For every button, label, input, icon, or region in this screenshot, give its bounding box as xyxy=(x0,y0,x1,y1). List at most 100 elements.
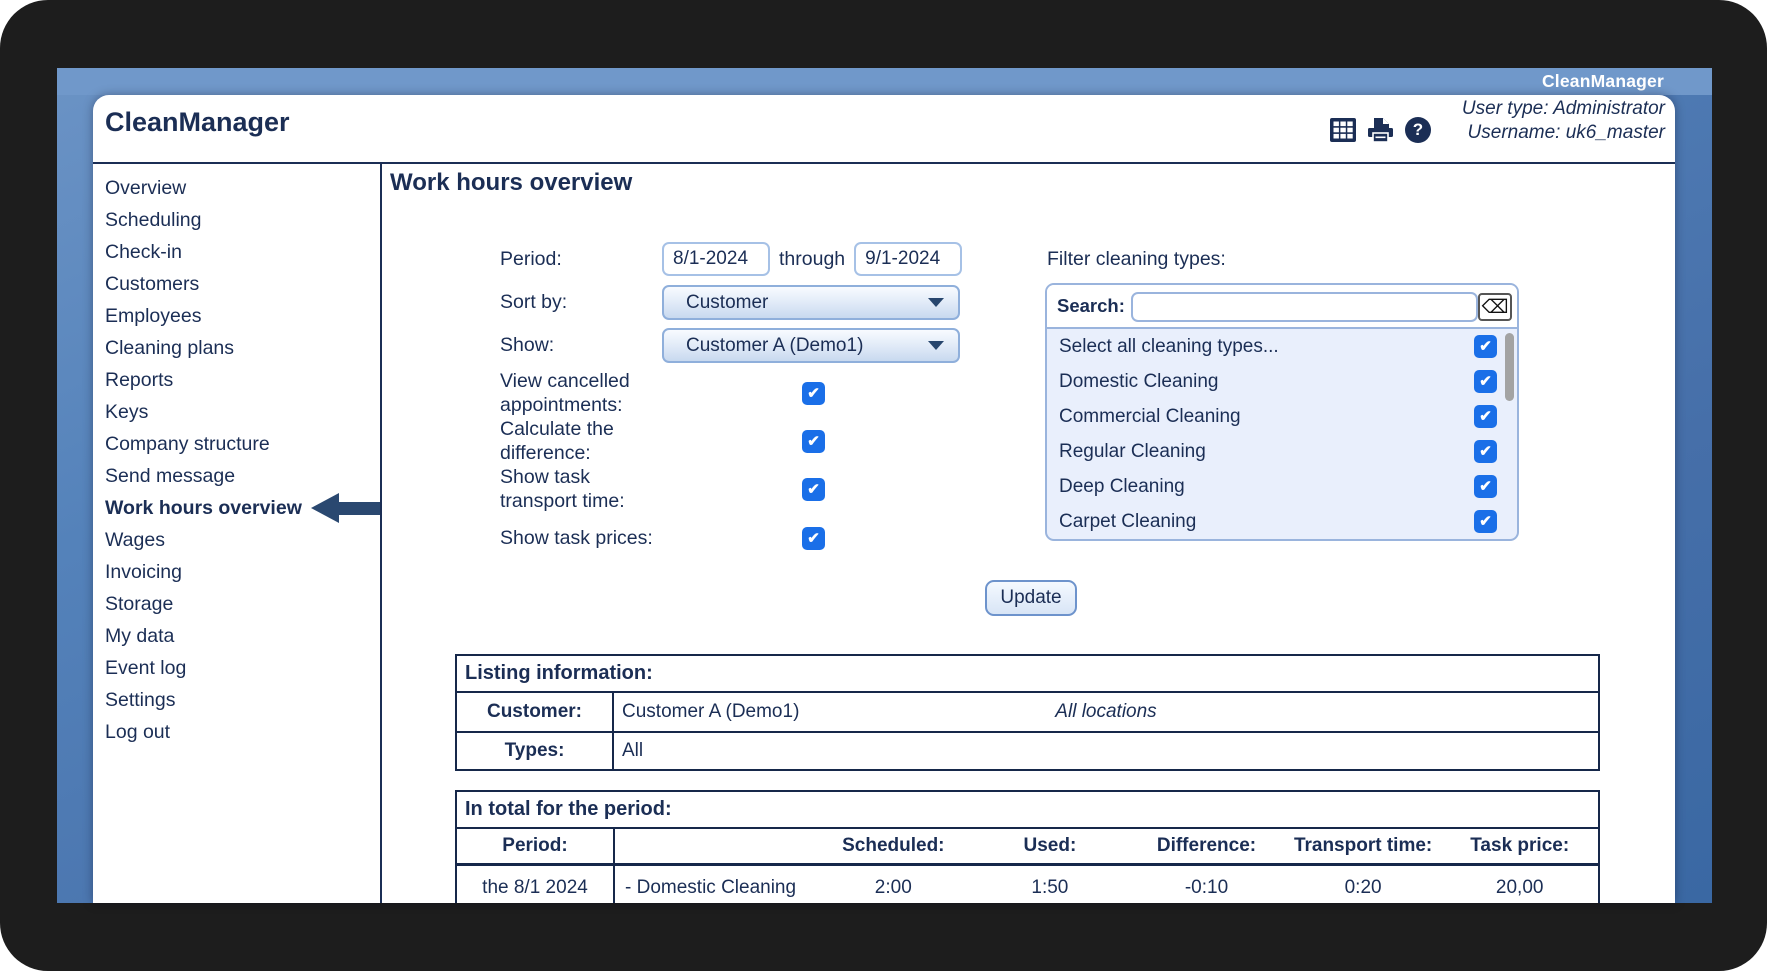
view-cancelled-label: View cancelled appointments: xyxy=(500,369,662,417)
app-window: CleanManager xyxy=(93,95,1675,903)
filter-search-row: Search: ⌫ xyxy=(1047,285,1517,329)
col-transport-time: Transport time: xyxy=(1285,835,1442,857)
user-type-label: User type: Administrator xyxy=(1462,97,1665,121)
header-toolbar: ? xyxy=(1330,117,1431,143)
filter-title: Filter cleaning types: xyxy=(1047,242,1226,276)
sidebar-item-log-out[interactable]: Log out xyxy=(93,716,380,748)
filter-option-commercial[interactable]: Commercial Cleaning ✔ xyxy=(1047,399,1517,434)
sidebar-item-customers[interactable]: Customers xyxy=(93,268,380,300)
table-view-icon[interactable] xyxy=(1330,118,1356,142)
cell-scheduled: 2:00 xyxy=(815,877,972,899)
view-cancelled-checkbox[interactable]: ✔ xyxy=(802,382,825,405)
filter-option-domestic[interactable]: Domestic Cleaning ✔ xyxy=(1047,364,1517,399)
chevron-down-icon xyxy=(928,341,944,350)
customer-row-label: Customer: xyxy=(457,693,614,731)
clear-search-button[interactable]: ⌫ xyxy=(1478,293,1512,321)
sidebar-nav: Overview Scheduling Check-in Customers E… xyxy=(93,164,380,903)
sidebar-item-label: Work hours overview xyxy=(105,497,302,519)
period-from-input[interactable] xyxy=(662,242,770,276)
select-all-checkbox[interactable]: ✔ xyxy=(1474,335,1497,358)
types-row-value: All xyxy=(622,740,643,761)
sidebar-item-company-structure[interactable]: Company structure xyxy=(93,428,380,460)
col-difference: Difference: xyxy=(1128,835,1285,857)
filter-option-select-all[interactable]: Select all cleaning types... ✔ xyxy=(1047,329,1517,364)
filter-list: Select all cleaning types... ✔ Domestic … xyxy=(1047,329,1517,539)
sidebar-item-storage[interactable]: Storage xyxy=(93,588,380,620)
totals-table: In total for the period: Period: Schedul… xyxy=(455,790,1600,903)
sidebar-item-work-hours-overview[interactable]: Work hours overview xyxy=(93,492,380,524)
task-prices-checkbox[interactable]: ✔ xyxy=(802,527,825,550)
chevron-down-icon xyxy=(928,298,944,307)
sort-by-label: Sort by: xyxy=(500,291,662,314)
carpet-cleaning-checkbox[interactable]: ✔ xyxy=(1474,510,1497,533)
backspace-icon: ⌫ xyxy=(1482,298,1509,317)
calculate-difference-label: Calculate the difference: xyxy=(500,417,662,465)
through-label: through xyxy=(770,248,854,271)
listing-information-table: Listing information: Customer: Customer … xyxy=(455,654,1600,771)
sidebar-item-send-message[interactable]: Send message xyxy=(93,460,380,492)
sidebar-item-settings[interactable]: Settings xyxy=(93,684,380,716)
sidebar-item-keys[interactable]: Keys xyxy=(93,396,380,428)
print-icon[interactable] xyxy=(1367,118,1394,143)
filter-option-regular[interactable]: Regular Cleaning ✔ xyxy=(1047,434,1517,469)
transport-time-checkbox[interactable]: ✔ xyxy=(802,478,825,501)
sidebar-item-event-log[interactable]: Event log xyxy=(93,652,380,684)
sidebar-item-invoicing[interactable]: Invoicing xyxy=(93,556,380,588)
sidebar-item-my-data[interactable]: My data xyxy=(93,620,380,652)
domestic-cleaning-checkbox[interactable]: ✔ xyxy=(1474,370,1497,393)
cell-period: the 8/1 2024 xyxy=(457,866,615,903)
active-item-arrow-icon xyxy=(311,493,380,523)
show-label: Show: xyxy=(500,334,662,357)
cell-task-price: 20,00 xyxy=(1441,877,1598,899)
browser-titlebar: CleanManager xyxy=(57,68,1712,95)
calculate-difference-checkbox[interactable]: ✔ xyxy=(802,430,825,453)
filter-panel: Search: ⌫ Select all cleaning types... ✔… xyxy=(1045,283,1519,541)
col-period: Period: xyxy=(457,829,615,863)
cell-used: 1:50 xyxy=(972,877,1129,899)
help-icon[interactable]: ? xyxy=(1405,117,1431,143)
show-row: Show: Customer A (Demo1) xyxy=(500,328,960,363)
listing-title: Listing information: xyxy=(457,656,1598,693)
view-cancelled-row: View cancelled appointments: ✔ xyxy=(500,369,825,417)
filter-option-deep[interactable]: Deep Cleaning ✔ xyxy=(1047,469,1517,504)
sidebar-item-employees[interactable]: Employees xyxy=(93,300,380,332)
sort-by-row: Sort by: Customer xyxy=(500,285,960,320)
col-used: Used: xyxy=(972,835,1129,857)
filter-option-carpet[interactable]: Carpet Cleaning ✔ xyxy=(1047,504,1517,539)
task-prices-label: Show task prices: xyxy=(500,526,662,550)
sort-by-value: Customer xyxy=(686,292,768,314)
search-label: Search: xyxy=(1057,295,1125,317)
table-row: Types: All xyxy=(457,731,1598,769)
period-row: Period: through xyxy=(500,242,962,276)
sort-by-select[interactable]: Customer xyxy=(662,285,960,320)
titlebar-brand: CleanManager xyxy=(1542,71,1664,91)
user-info: User type: Administrator Username: uk6_m… xyxy=(1462,97,1665,145)
cell-difference: -0:10 xyxy=(1128,877,1285,899)
col-scheduled: Scheduled: xyxy=(815,835,972,857)
cell-transport-time: 0:20 xyxy=(1285,877,1442,899)
table-row: Customer: Customer A (Demo1) All locatio… xyxy=(457,693,1598,731)
period-to-input[interactable] xyxy=(854,242,962,276)
commercial-cleaning-checkbox[interactable]: ✔ xyxy=(1474,405,1497,428)
regular-cleaning-checkbox[interactable]: ✔ xyxy=(1474,440,1497,463)
show-value: Customer A (Demo1) xyxy=(686,335,863,357)
sidebar-item-reports[interactable]: Reports xyxy=(93,364,380,396)
sidebar-item-overview[interactable]: Overview xyxy=(93,172,380,204)
main-content: Work hours overview Period: through Sort… xyxy=(382,164,1675,903)
col-task-price: Task price: xyxy=(1441,835,1598,857)
sidebar-item-scheduling[interactable]: Scheduling xyxy=(93,204,380,236)
totals-title: In total for the period: xyxy=(457,792,1598,829)
sidebar-item-cleaning-plans[interactable]: Cleaning plans xyxy=(93,332,380,364)
screen-bezel: CleanManager CleanManager xyxy=(0,0,1767,971)
search-input[interactable] xyxy=(1131,292,1478,322)
filter-list-scrollbar[interactable] xyxy=(1505,333,1514,401)
show-select[interactable]: Customer A (Demo1) xyxy=(662,328,960,363)
transport-time-row: Show task transport time: ✔ xyxy=(500,465,825,513)
deep-cleaning-checkbox[interactable]: ✔ xyxy=(1474,475,1497,498)
types-row-label: Types: xyxy=(457,733,614,769)
sidebar-item-wages[interactable]: Wages xyxy=(93,524,380,556)
calculate-difference-row: Calculate the difference: ✔ xyxy=(500,417,825,465)
update-button[interactable]: Update xyxy=(985,580,1077,616)
sidebar-item-check-in[interactable]: Check-in xyxy=(93,236,380,268)
username-label: Username: uk6_master xyxy=(1462,121,1665,145)
